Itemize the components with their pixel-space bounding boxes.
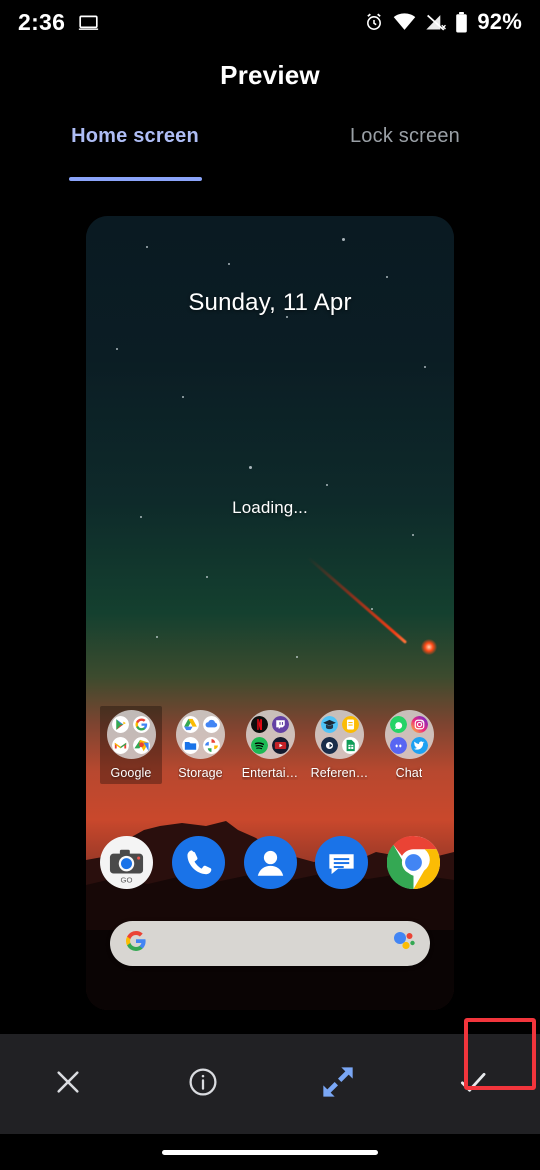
tab-home-screen-label: Home screen: [71, 125, 199, 147]
tab-lock-screen[interactable]: Lock screen: [270, 125, 540, 181]
contacts-app-icon[interactable]: [243, 836, 297, 889]
status-bar: 2:36 92%: [0, 0, 540, 44]
chrome-app-icon[interactable]: [386, 835, 441, 890]
folder-entertainment[interactable]: Entertai…: [239, 710, 301, 784]
twitter-app-icon: [411, 736, 428, 754]
info-icon: [187, 1066, 219, 1103]
page-title: Preview: [220, 60, 320, 90]
folder-google[interactable]: Google: [100, 706, 162, 784]
photos-app-icon: [202, 736, 220, 754]
close-button[interactable]: [0, 1034, 135, 1134]
status-bar-left: 2:36: [18, 9, 99, 36]
camera-go-app-icon[interactable]: GO: [100, 836, 153, 889]
files-app-icon: [181, 736, 199, 754]
gesture-home-pill[interactable]: [162, 1149, 378, 1155]
phone-app-icon[interactable]: [171, 836, 225, 889]
folder-chat-label: Chat: [395, 766, 423, 780]
wallpaper-preview-card[interactable]: Sunday, 11 Apr Loading... Google Storage…: [86, 216, 454, 1010]
folder-reference[interactable]: Referen…: [309, 710, 371, 784]
no-sim-icon: [425, 13, 447, 31]
confirm-button[interactable]: [405, 1034, 540, 1134]
classroom-app-icon: [320, 715, 338, 733]
spotify-app-icon: [251, 736, 268, 754]
system-navigation-bar: [0, 1134, 540, 1170]
keep-notes-app-icon: [341, 715, 359, 733]
google-search-bar[interactable]: [110, 921, 430, 966]
whatsapp-app-icon: [390, 715, 407, 733]
home-dock-row: GO: [86, 835, 454, 890]
folder-entertainment-icon-grid: [245, 710, 295, 759]
preview-date: Sunday, 11 Apr: [188, 289, 352, 316]
expand-button[interactable]: [270, 1034, 405, 1134]
podcast-app-icon: [320, 736, 338, 754]
cast-screen-icon: [78, 12, 99, 33]
folder-storage-label: Storage: [178, 766, 223, 780]
video-player-app-icon: [272, 736, 289, 754]
folder-google-icon-grid: [106, 710, 156, 759]
sheets-app-icon: [341, 736, 359, 754]
status-time: 2:36: [18, 8, 66, 35]
meteor-head: [421, 639, 437, 655]
play-store-icon: [112, 715, 129, 733]
cloud-storage-app-icon: [202, 715, 220, 733]
svg-text:GO: GO: [120, 875, 132, 884]
tab-active-indicator: [68, 177, 202, 181]
alarm-icon: [364, 12, 384, 32]
folder-chat[interactable]: Chat: [378, 710, 440, 784]
folder-entertainment-label: Entertai…: [241, 766, 299, 780]
tab-home-screen[interactable]: Home screen: [0, 125, 270, 181]
discord-app-icon: [390, 736, 407, 754]
instagram-app-icon: [411, 715, 428, 733]
folder-google-label: Google: [110, 766, 152, 780]
battery-icon: [455, 11, 468, 33]
google-g-icon: [124, 929, 148, 958]
tab-bar: Home screen Lock screen: [0, 125, 540, 181]
twitch-app-icon: [272, 715, 289, 733]
folder-reference-label: Referen…: [310, 766, 369, 780]
folder-storage[interactable]: Storage: [170, 710, 232, 784]
folder-storage-icon-grid: [176, 710, 225, 759]
folder-reference-icon-grid: [315, 710, 364, 759]
messages-app-icon[interactable]: [315, 836, 369, 889]
info-button[interactable]: [135, 1034, 270, 1134]
close-icon: [52, 1066, 84, 1103]
folder-chat-icon-grid: [384, 710, 434, 759]
status-bar-right: 92%: [364, 9, 522, 35]
maps-app-icon: [133, 736, 150, 754]
gmail-app-icon: [112, 736, 129, 754]
preview-loading-text: Loading...: [232, 498, 308, 517]
battery-percent: 92%: [477, 9, 522, 34]
home-folder-row: Google Storage Entertai… Referen… Chat: [86, 706, 454, 784]
drive-app-icon: [181, 715, 199, 733]
wifi-icon: [393, 13, 416, 31]
netflix-app-icon: [251, 715, 268, 733]
google-search-app-icon: [133, 715, 150, 733]
preview-screen: 2:36 92% Preview Home screen Lock screen…: [0, 0, 540, 1170]
check-icon: [456, 1065, 490, 1104]
tab-lock-screen-label: Lock screen: [349, 125, 461, 147]
google-assistant-icon: [392, 930, 416, 957]
expand-icon: [318, 1062, 358, 1107]
preview-action-toolbar: [0, 1034, 540, 1134]
